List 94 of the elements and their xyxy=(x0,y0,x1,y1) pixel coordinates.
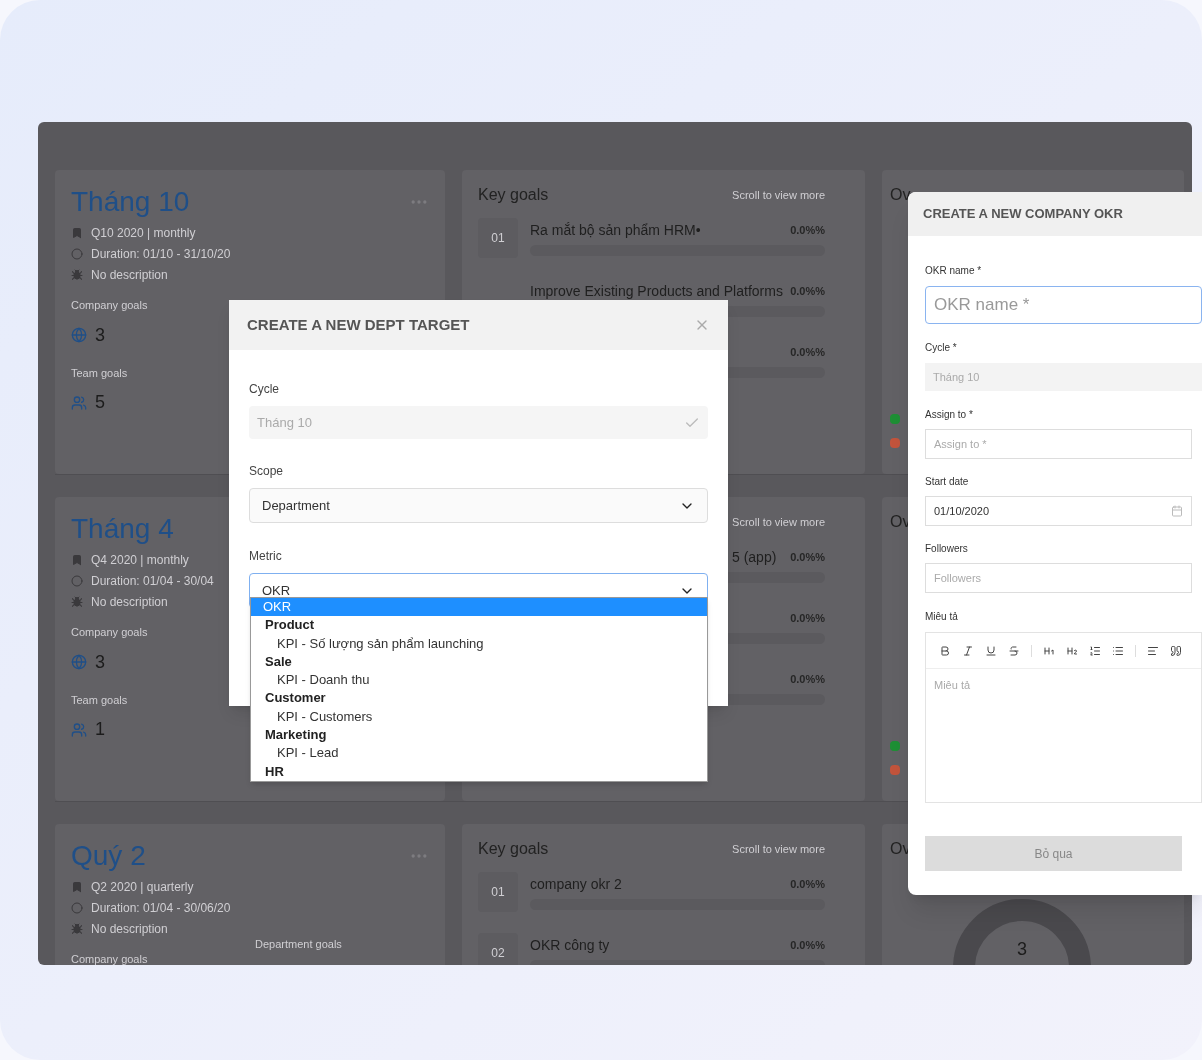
bug-icon xyxy=(71,268,83,281)
field-label: Cycle * xyxy=(925,341,958,355)
option-group-label: Product xyxy=(264,616,316,635)
circle-icon xyxy=(71,247,83,260)
section-label: Team goals xyxy=(71,692,128,708)
globe-icon xyxy=(71,654,87,670)
assign-to-input[interactable]: Assign to * xyxy=(925,429,1192,459)
dropdown-option[interactable]: KPI - Số lượng sản phẩm launching xyxy=(251,634,707,653)
okr-name-input[interactable]: OKR name * xyxy=(925,286,1202,324)
field-label: Cycle xyxy=(249,381,280,398)
underline-icon[interactable] xyxy=(985,644,997,657)
bookmark-icon xyxy=(71,880,83,893)
scroll-hint: Scroll to view more xyxy=(732,841,825,857)
bullet-list-icon[interactable] xyxy=(1112,644,1124,657)
goal-count: 3 xyxy=(95,323,105,347)
goal-name: company okr 2 xyxy=(530,875,622,894)
cycle-title: Tháng 4 xyxy=(71,512,174,546)
meta-text: Q2 2020 | quarterly xyxy=(91,878,194,896)
globe-icon xyxy=(71,327,87,343)
meta-text: No description xyxy=(91,920,168,938)
goal-name: Improve Existing Products and Platforms xyxy=(530,282,783,301)
circle-icon xyxy=(71,574,83,587)
italic-icon[interactable] xyxy=(962,644,974,657)
circle-icon xyxy=(71,901,83,914)
goal-index: 02 xyxy=(478,933,518,965)
start-date-field[interactable]: 01/10/2020 xyxy=(925,496,1192,526)
card-title: Key goals xyxy=(478,185,549,205)
field-label: Metric xyxy=(249,548,283,565)
quote-icon[interactable] xyxy=(1170,644,1182,657)
option-group-label: Sale xyxy=(264,652,293,671)
description-textarea[interactable]: Miêu tả xyxy=(926,669,1201,802)
strikethrough-icon[interactable] xyxy=(1008,644,1020,657)
percent-reading: 0.0%% xyxy=(790,550,825,566)
meta-text: Q10 2020 | monthly xyxy=(91,224,196,242)
field-label: OKR name * xyxy=(925,264,983,278)
field-label: Miêu tả xyxy=(925,610,959,624)
drawer-title: CREATE A NEW COMPANY OKR xyxy=(923,205,1123,224)
bold-icon[interactable] xyxy=(939,644,951,657)
bookmark-icon xyxy=(71,553,83,566)
users-icon xyxy=(71,394,87,411)
meta-text: Duration: 01/10 - 31/10/20 xyxy=(91,245,231,263)
calendar-icon xyxy=(1171,505,1183,517)
goal-name: Ra mắt bộ sản phẩm HRM• xyxy=(530,221,701,240)
goal-count: 3 xyxy=(95,650,105,674)
meta-text: No description xyxy=(91,266,168,284)
bug-icon xyxy=(71,922,83,935)
percent-reading: 0.0%% xyxy=(790,284,825,300)
section-label: Company goals xyxy=(71,625,148,640)
section-label: Team goals xyxy=(71,365,128,381)
field-label: Assign to * xyxy=(925,408,974,422)
goal-name: 5 (app) xyxy=(732,548,777,567)
percent-reading: 0.0%% xyxy=(790,938,825,954)
section-label: Department goals xyxy=(255,937,342,952)
dropdown-option[interactable]: KPI - Customers xyxy=(251,707,707,727)
field-label: Followers xyxy=(925,542,969,556)
percent-reading: 0.0%% xyxy=(790,345,825,361)
donut-total: 3 xyxy=(1016,938,1028,961)
option-group-label: HR xyxy=(264,762,285,781)
scroll-hint: Scroll to view more xyxy=(732,187,825,203)
percent-reading: 0.0%% xyxy=(790,672,825,688)
numbered-list-icon[interactable] xyxy=(1089,644,1101,657)
scope-select[interactable]: Department xyxy=(249,488,708,523)
goal-count: 5 xyxy=(95,391,105,414)
card-title: Ov xyxy=(890,185,912,205)
meta-text: Q4 2020 | monthly xyxy=(91,551,189,569)
goal-index: 01 xyxy=(478,218,518,258)
bookmark-icon xyxy=(71,226,83,239)
percent-reading: 0.0%% xyxy=(790,223,825,239)
section-label: Company goals xyxy=(71,952,148,965)
field-label: Scope xyxy=(249,463,285,480)
bug-icon xyxy=(71,595,83,608)
option-group-label: Marketing xyxy=(264,726,328,745)
percent-reading: 0.0%% xyxy=(790,877,825,893)
goal-index: 01 xyxy=(478,872,518,912)
cycle-title: Tháng 10 xyxy=(71,185,190,219)
field-label: Start date xyxy=(925,475,970,489)
scroll-hint: Scroll to view more xyxy=(732,514,825,530)
users-icon xyxy=(71,721,87,738)
percent-reading: 0.0%% xyxy=(790,611,825,627)
cycle-title: Quý 2 xyxy=(71,839,146,873)
dropdown-option[interactable]: KPI - Doanh thu xyxy=(251,671,707,690)
option-group-label: Customer xyxy=(264,689,327,708)
section-label: Company goals xyxy=(71,298,148,313)
card-title: Key goals xyxy=(478,839,549,859)
rich-text-editor[interactable]: Miêu tả xyxy=(925,632,1202,803)
meta-text: Duration: 01/04 - 30/04 xyxy=(91,572,214,590)
goal-name: OKR công ty xyxy=(530,936,610,955)
modal-title: CREATE A NEW DEPT TARGET xyxy=(247,314,470,335)
goal-count: 1 xyxy=(95,718,105,741)
meta-text: Duration: 01/04 - 30/06/20 xyxy=(91,899,231,917)
align-left-icon[interactable] xyxy=(1147,644,1159,657)
dropdown-option[interactable]: KPI - Lead xyxy=(251,744,707,763)
followers-input[interactable]: Followers xyxy=(925,563,1192,593)
meta-text: No description xyxy=(91,593,168,611)
